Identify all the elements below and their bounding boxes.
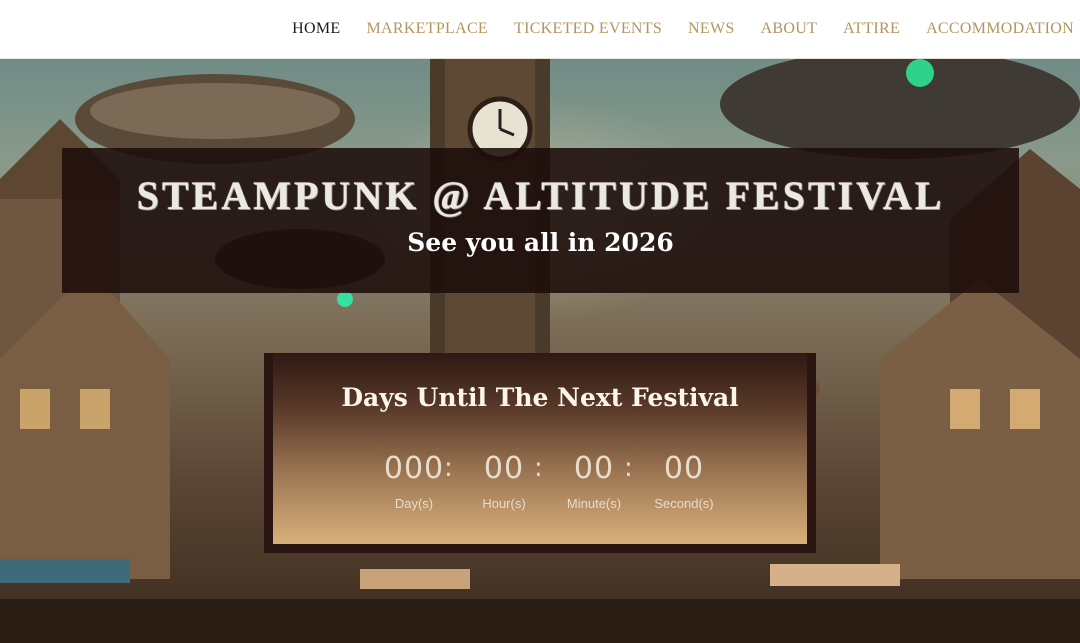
nav-menu: HOME MARKETPLACE TICKETED EVENTS NEWS AB… (292, 0, 1074, 58)
countdown-minutes-label: Minute(s) (566, 496, 622, 511)
festival-subtitle: See you all in 2026 (407, 228, 674, 257)
hero-section: STEAMPUNK @ ALTITUDE FESTIVAL See you al… (0, 59, 1080, 643)
countdown-separator: : (534, 453, 543, 483)
countdown-seconds-value: 00 (663, 451, 705, 486)
nav-item-accommodation[interactable]: ACCOMMODATION (926, 20, 1074, 37)
steampunk-town-background-image (0, 59, 1080, 643)
countdown-separator: : (624, 453, 633, 483)
nav-item-news[interactable]: NEWS (688, 20, 735, 37)
title-banner: STEAMPUNK @ ALTITUDE FESTIVAL See you al… (62, 148, 1019, 293)
countdown-timer: Days Until The Next Festival 000 Day(s) … (264, 353, 816, 553)
countdown-seconds-label: Second(s) (654, 496, 714, 511)
countdown-panel: Days Until The Next Festival 000 Day(s) … (273, 353, 807, 544)
countdown-days-label: Day(s) (394, 496, 434, 511)
nav-item-attire[interactable]: ATTIRE (843, 20, 900, 37)
top-navigation: HOME MARKETPLACE TICKETED EVENTS NEWS AB… (0, 0, 1080, 59)
countdown-hours-label: Hour(s) (482, 496, 526, 511)
nav-item-about[interactable]: ABOUT (761, 20, 818, 37)
countdown-separator: : (444, 453, 453, 483)
nav-item-marketplace[interactable]: MARKETPLACE (366, 20, 488, 37)
countdown-heading: Days Until The Next Festival (341, 383, 739, 412)
countdown-seconds: 00 Second(s) (639, 451, 729, 511)
nav-item-home[interactable]: HOME (292, 20, 340, 37)
nav-item-ticketed-events[interactable]: TICKETED EVENTS (514, 20, 662, 37)
festival-title: STEAMPUNK @ ALTITUDE FESTIVAL (136, 173, 945, 218)
